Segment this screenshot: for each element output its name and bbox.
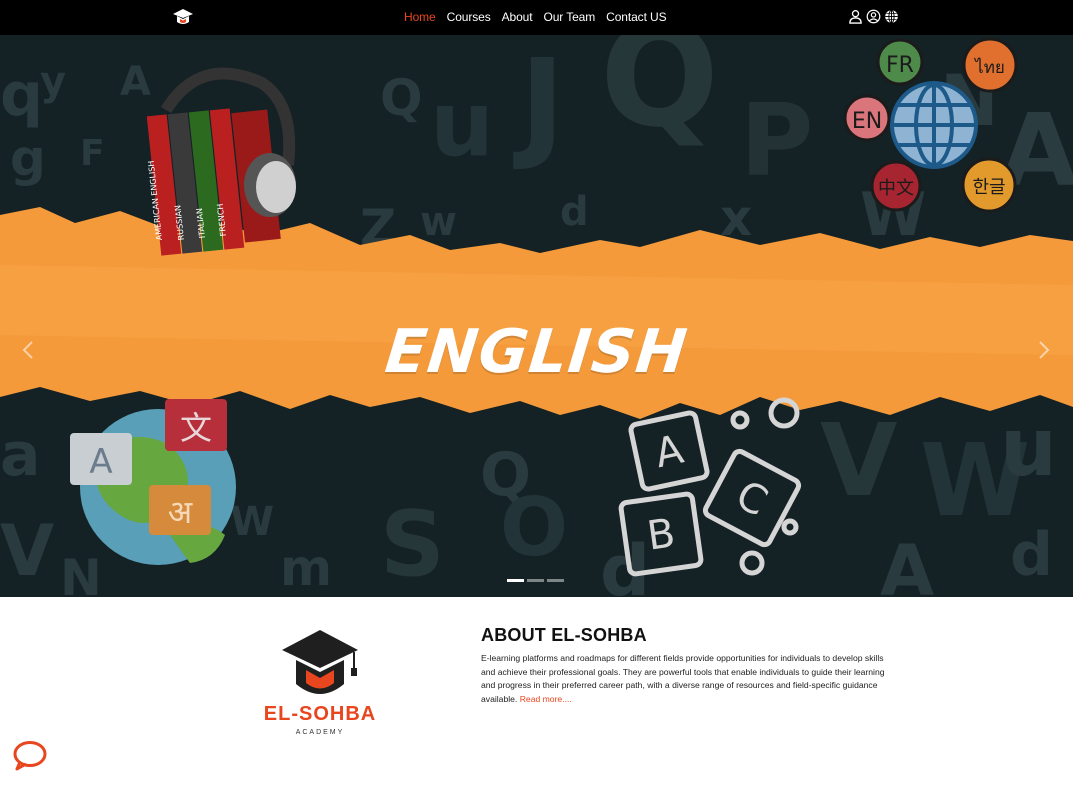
svg-text:S: S xyxy=(380,492,445,597)
nav-our-team-link[interactable]: Our Team xyxy=(543,10,595,24)
bubble-en: EN xyxy=(852,109,882,134)
svg-text:g: g xyxy=(10,129,46,187)
globe-icon[interactable] xyxy=(884,9,899,24)
svg-text:Q: Q xyxy=(380,69,423,127)
svg-text:a: a xyxy=(0,420,41,490)
block-a: A xyxy=(651,427,688,478)
translation-earth-illustration: A 文 अ xyxy=(70,399,236,565)
read-more-link[interactable]: Read more.... xyxy=(520,694,572,704)
navbar: Home Courses About Our Team Contact US xyxy=(0,0,1073,35)
carousel-indicator-3[interactable] xyxy=(547,579,564,582)
hero-carousel: q y g F A Q u J Q P N A W Z w d x a V N … xyxy=(0,35,1073,597)
bubble-a: A xyxy=(89,442,112,482)
about-title: ABOUT EL-SOHBA xyxy=(481,625,647,645)
carousel-indicator-1[interactable] xyxy=(507,579,524,582)
nav-links: Home Courses About Our Team Contact US xyxy=(404,10,678,24)
carousel-indicators xyxy=(507,579,564,582)
chevron-left-icon xyxy=(22,341,33,359)
svg-text:O: O xyxy=(500,481,568,574)
brand-name: EL-SOHBA xyxy=(263,703,377,725)
user-icon[interactable] xyxy=(848,9,863,24)
svg-text:V: V xyxy=(820,402,897,519)
svg-text:u: u xyxy=(430,72,494,177)
svg-text:N: N xyxy=(60,549,102,597)
svg-text:u: u xyxy=(1000,401,1057,494)
svg-text:d: d xyxy=(1010,520,1053,590)
nav-home-link[interactable]: Home xyxy=(404,10,436,24)
svg-text:F: F xyxy=(80,133,105,174)
brand-subtitle: ACADEMY xyxy=(295,729,345,736)
carousel-next-button[interactable] xyxy=(1034,335,1054,365)
chat-button[interactable] xyxy=(12,739,48,771)
svg-text:y: y xyxy=(40,59,66,105)
bubble-wen: 文 xyxy=(180,409,212,447)
bubble-fr: FR xyxy=(886,53,914,78)
svg-text:W: W xyxy=(230,499,274,545)
hero-banner-image: q y g F A Q u J Q P N A W Z w d x a V N … xyxy=(0,35,1073,597)
bubble-chinese: 中文 xyxy=(878,178,914,199)
svg-text:d: d xyxy=(560,189,589,235)
svg-text:P: P xyxy=(740,82,813,199)
bubble-thai: ไทย xyxy=(973,57,1005,78)
hero-title: ENGLISH xyxy=(382,317,691,387)
chat-bubble-icon xyxy=(13,741,47,771)
books-headphones-illustration: AMERICAN ENGLISH RUSSIAN ITALIAN FRENCH xyxy=(147,67,296,256)
nav-about-link[interactable]: About xyxy=(502,10,533,24)
svg-text:V: V xyxy=(0,510,54,592)
svg-text:J: J xyxy=(513,35,565,174)
nav-contact-link[interactable]: Contact US xyxy=(606,10,666,24)
bubble-korean: 한글 xyxy=(972,177,1005,198)
nav-icons xyxy=(848,9,899,24)
svg-text:m: m xyxy=(280,539,332,597)
svg-text:w: w xyxy=(420,199,457,245)
block-b: B xyxy=(644,510,678,559)
svg-text:Q: Q xyxy=(600,35,719,159)
logo-cap-icon[interactable] xyxy=(172,7,194,27)
about-text: E-learning platforms and roadmaps for di… xyxy=(481,652,896,706)
svg-text:q: q xyxy=(0,60,43,130)
carousel-indicator-2[interactable] xyxy=(527,579,544,582)
account-circle-icon[interactable] xyxy=(866,9,881,24)
svg-text:A: A xyxy=(120,59,151,105)
nav-courses-link[interactable]: Courses xyxy=(447,10,491,24)
bubble-a-hindi: अ xyxy=(168,493,193,531)
carousel-prev-button[interactable] xyxy=(18,335,38,365)
block-c: C xyxy=(728,472,774,526)
chevron-right-icon xyxy=(1039,341,1050,359)
svg-text:A: A xyxy=(880,530,934,597)
